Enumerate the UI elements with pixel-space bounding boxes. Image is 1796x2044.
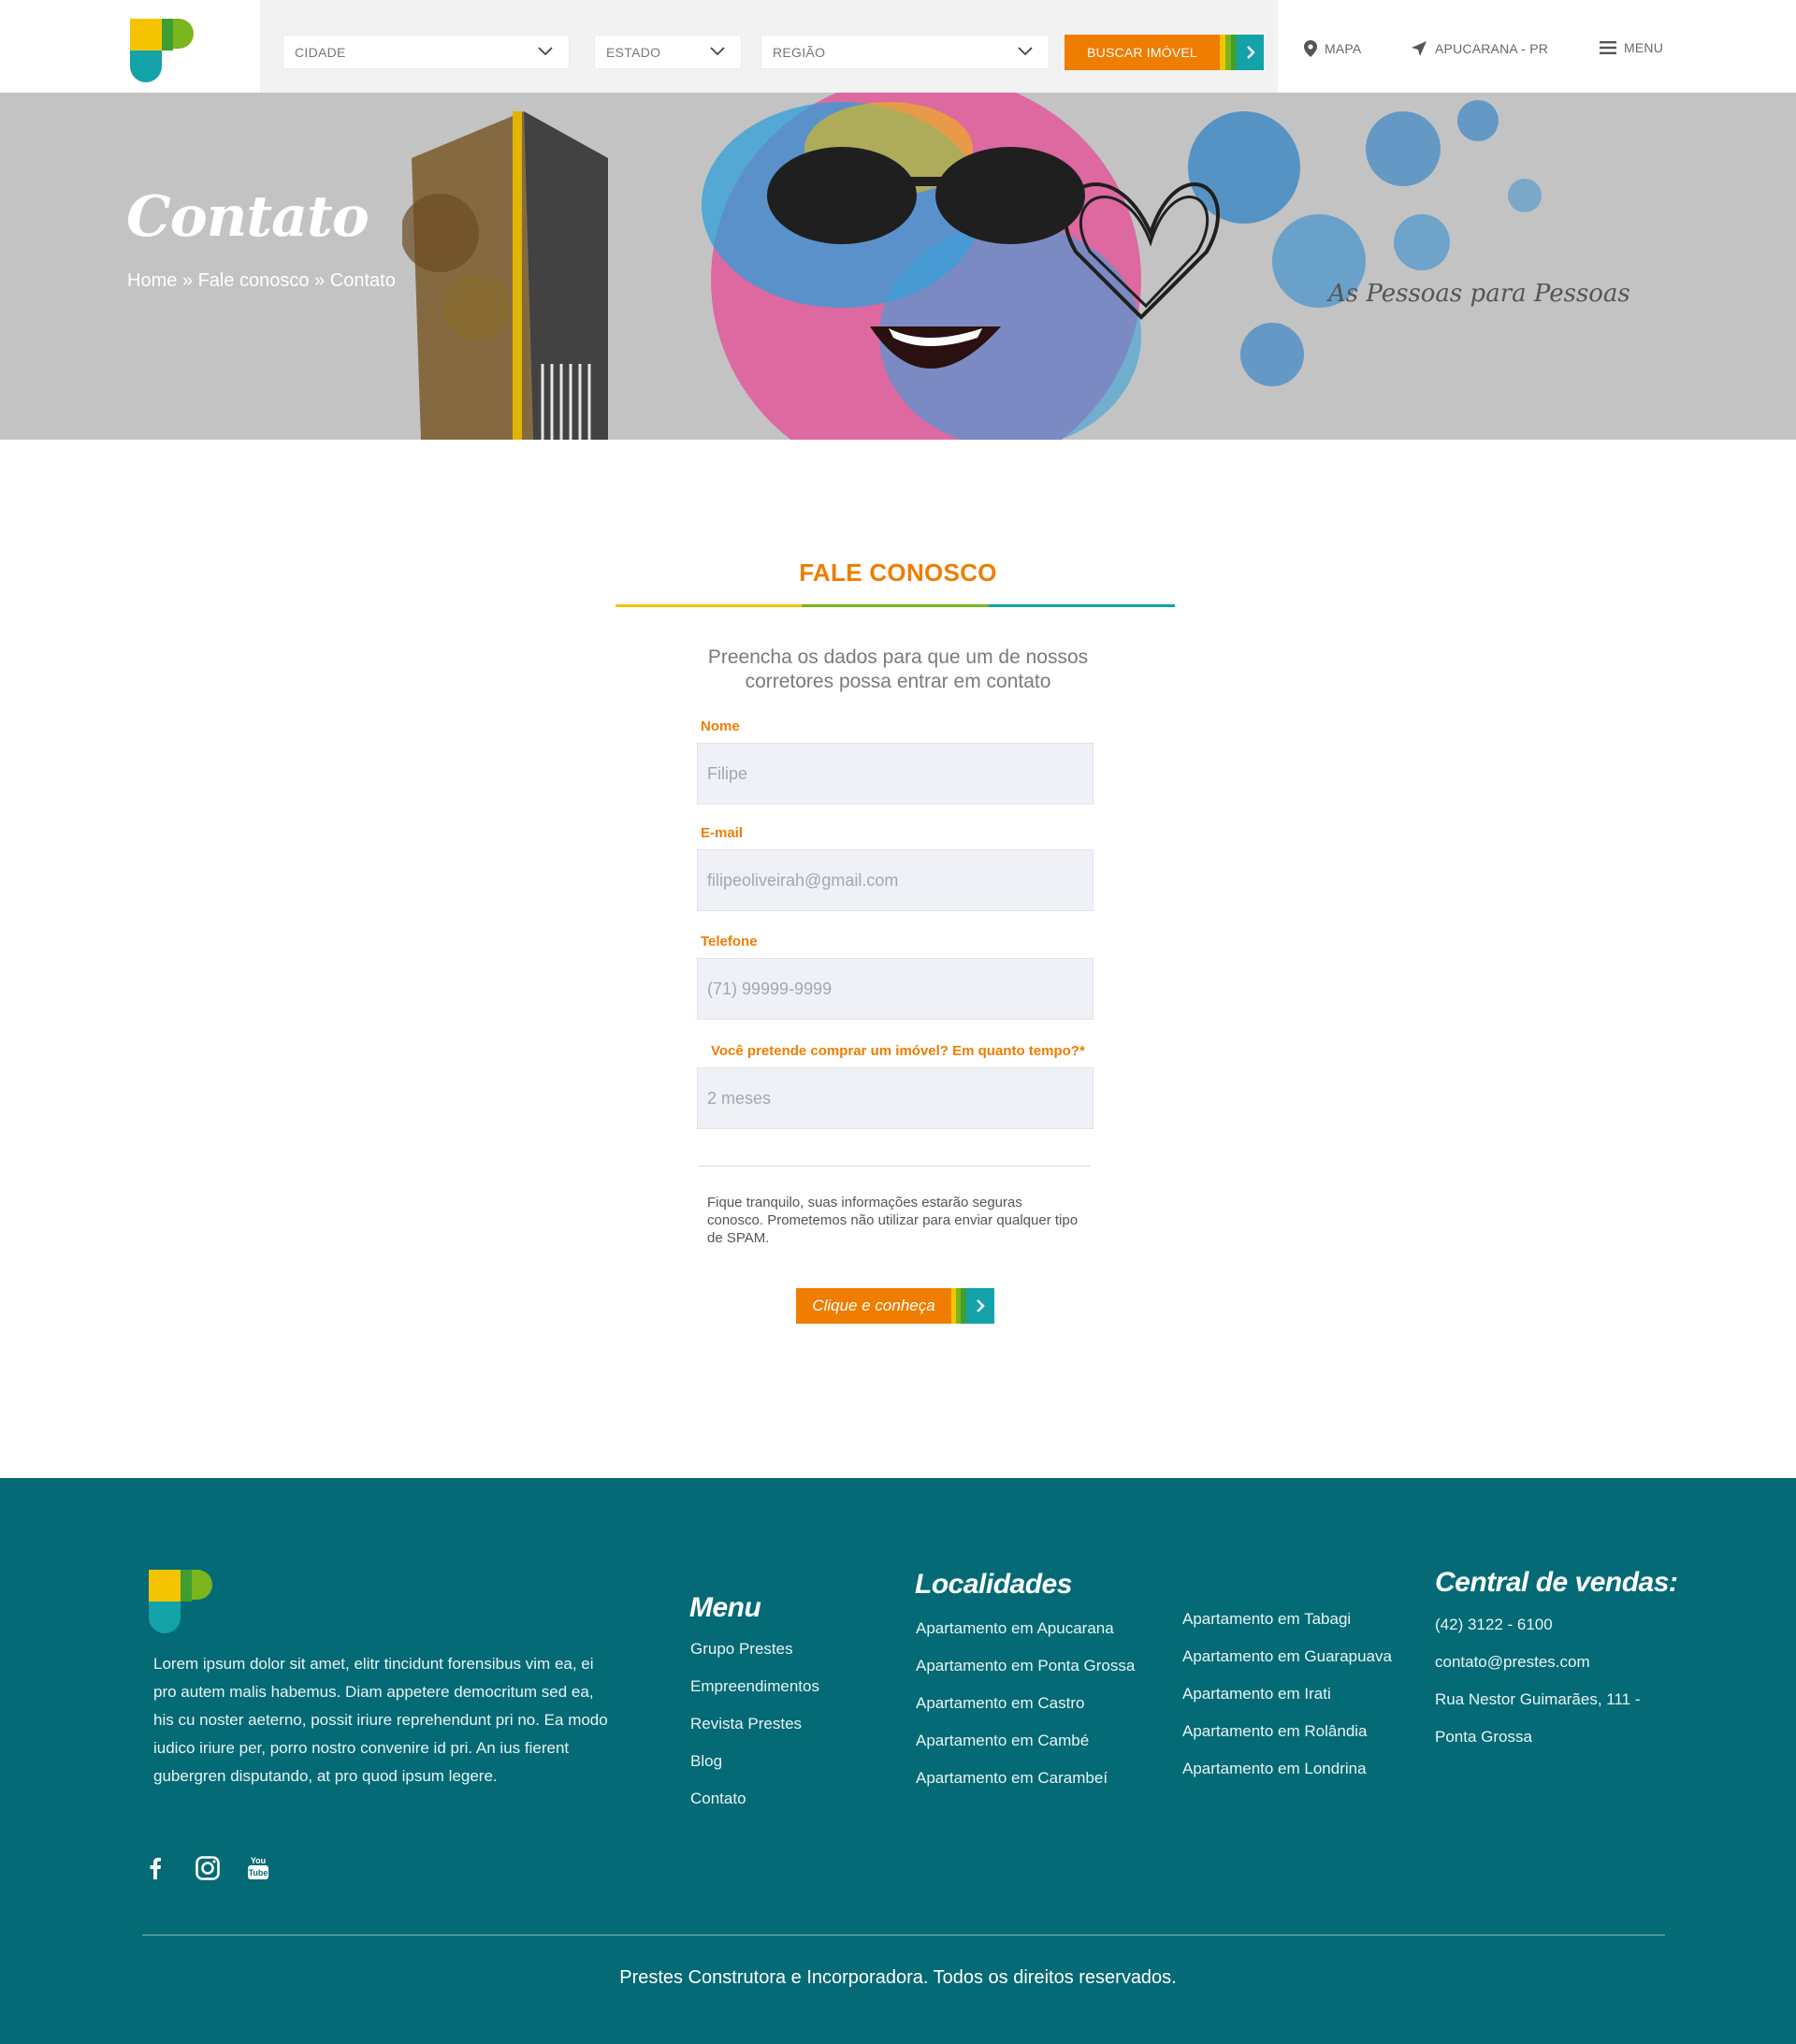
nav-location-label: APUCARANA - PR	[1435, 41, 1549, 56]
telefone-field[interactable]: (71) 99999-9999	[697, 958, 1094, 1020]
brand-stripes	[1220, 35, 1237, 70]
localidade-link[interactable]: Apartamento em Tabagi	[1182, 1601, 1392, 1638]
cidade-select[interactable]: CIDADE	[282, 35, 570, 69]
footer-menu-link[interactable]: Grupo Prestes	[690, 1631, 819, 1668]
form-divider	[699, 1166, 1090, 1167]
footer-email[interactable]: contato@prestes.com	[1435, 1644, 1641, 1681]
footer-menu-link[interactable]: Contato	[690, 1780, 819, 1818]
submit-button[interactable]: Clique e conheça	[796, 1288, 994, 1324]
localidade-link[interactable]: Apartamento em Castro	[916, 1685, 1135, 1722]
site-header: CIDADE ESTADO REGIÃO BUSCAR IMÓVEL MAPA …	[0, 0, 1796, 93]
localidade-link[interactable]: Apartamento em Ponta Grossa	[916, 1647, 1135, 1685]
breadcrumb[interactable]: Home » Fale conosco » Contato	[127, 270, 396, 292]
instagram-icon[interactable]	[195, 1855, 221, 1881]
localidade-link[interactable]: Apartamento em Cambé	[916, 1722, 1135, 1760]
page-title: Contato	[126, 184, 369, 250]
localidade-link[interactable]: Apartamento em Guarapuava	[1182, 1638, 1392, 1675]
logo-area	[0, 0, 260, 93]
cidade-select-label: CIDADE	[295, 45, 346, 60]
nav-menu[interactable]: MENU	[1600, 40, 1663, 55]
localidade-link[interactable]: Apartamento em Carambeí	[916, 1760, 1135, 1797]
email-label: E-mail	[701, 825, 744, 841]
nav-mapa[interactable]: MAPA	[1304, 40, 1361, 57]
footer-phone[interactable]: (42) 3122 - 6100	[1435, 1606, 1641, 1644]
hamburger-menu-icon	[1600, 41, 1616, 54]
footer-copyright: Prestes Construtora e Incorporadora. Tod…	[619, 1967, 1177, 1988]
footer-localidades-title: Localidades	[915, 1569, 1072, 1600]
footer-menu-link[interactable]: Empreendimentos	[690, 1668, 819, 1705]
chevron-down-icon	[538, 47, 553, 56]
footer-menu-link[interactable]: Blog	[690, 1743, 819, 1780]
footer-address-line-1: Rua Nestor Guimarães, 111 -	[1435, 1690, 1641, 1708]
nav-mapa-label: MAPA	[1325, 41, 1362, 56]
footer-menu-title: Menu	[689, 1592, 761, 1623]
privacy-notice: Fique tranquilo, suas informações estarã…	[707, 1195, 1079, 1246]
prazo-label: Você pretende comprar um imóvel? Em quan…	[711, 1043, 1085, 1059]
hero-illustration	[402, 93, 1542, 440]
footer-menu-list: Grupo Prestes Empreendimentos Revista Pr…	[690, 1631, 819, 1818]
regiao-select[interactable]: REGIÃO	[760, 35, 1050, 69]
youtube-icon[interactable]: You Tube	[245, 1855, 271, 1881]
localidade-link[interactable]: Apartamento em Londrina	[1182, 1750, 1392, 1788]
form-title: FALE CONOSCO	[799, 558, 997, 587]
email-field[interactable]: filipeoliveirah@gmail.com	[697, 849, 1094, 911]
footer-vendas-title: Central de vendas:	[1435, 1567, 1678, 1598]
submit-button-label: Clique e conheça	[796, 1288, 951, 1324]
nav-menu-label: MENU	[1624, 40, 1664, 55]
chevron-down-icon	[710, 47, 725, 56]
localidade-link[interactable]: Apartamento em Rolândia	[1182, 1713, 1392, 1750]
footer-contact: (42) 3122 - 6100 contato@prestes.com Rua…	[1435, 1606, 1641, 1756]
prestes-logo[interactable]	[130, 19, 194, 82]
localidade-link[interactable]: Apartamento em Apucarana	[916, 1610, 1135, 1647]
footer-logo[interactable]	[149, 1570, 212, 1633]
buscar-imovel-label: BUSCAR IMÓVEL	[1065, 35, 1220, 70]
nome-field[interactable]: Filipe	[697, 743, 1094, 805]
nome-label: Nome	[701, 718, 740, 734]
localidade-link[interactable]: Apartamento em Irati	[1182, 1675, 1392, 1713]
svg-text:You: You	[251, 1856, 266, 1865]
nav-location[interactable]: APUCARANA - PR	[1411, 40, 1548, 57]
chevron-right-icon	[966, 1288, 994, 1324]
form-intro: Preencha os dados para que um de nossos …	[707, 646, 1089, 692]
estado-select[interactable]: ESTADO	[594, 35, 742, 69]
footer-about: Lorem ipsum dolor sit amet, elitr tincid…	[153, 1655, 608, 1785]
regiao-select-label: REGIÃO	[773, 45, 826, 60]
brand-stripes	[951, 1288, 966, 1324]
title-divider	[616, 604, 1175, 607]
hero-banner: Contato Home » Fale conosco » Contato As…	[0, 93, 1796, 440]
hero-tagline: As Pessoas para Pessoas	[1328, 280, 1630, 308]
facebook-icon[interactable]	[142, 1855, 168, 1881]
site-footer: Lorem ipsum dolor sit amet, elitr tincid…	[0, 1478, 1796, 2044]
footer-localidades-list-1: Apartamento em Apucarana Apartamento em …	[916, 1610, 1135, 1797]
svg-text:Tube: Tube	[249, 1868, 268, 1877]
map-pin-icon	[1304, 40, 1317, 57]
footer-menu-link[interactable]: Revista Prestes	[690, 1705, 819, 1743]
prazo-field[interactable]: 2 meses	[697, 1067, 1094, 1129]
footer-localidades-list-2: Apartamento em Tabagi Apartamento em Gua…	[1182, 1601, 1392, 1788]
estado-select-label: ESTADO	[606, 45, 661, 60]
footer-address-line-2: Ponta Grossa	[1435, 1728, 1532, 1746]
buscar-imovel-button[interactable]: BUSCAR IMÓVEL	[1065, 35, 1264, 70]
telefone-label: Telefone	[701, 934, 758, 950]
chevron-right-icon	[1237, 35, 1264, 70]
chevron-down-icon	[1018, 47, 1033, 56]
navigation-arrow-icon	[1412, 41, 1427, 56]
